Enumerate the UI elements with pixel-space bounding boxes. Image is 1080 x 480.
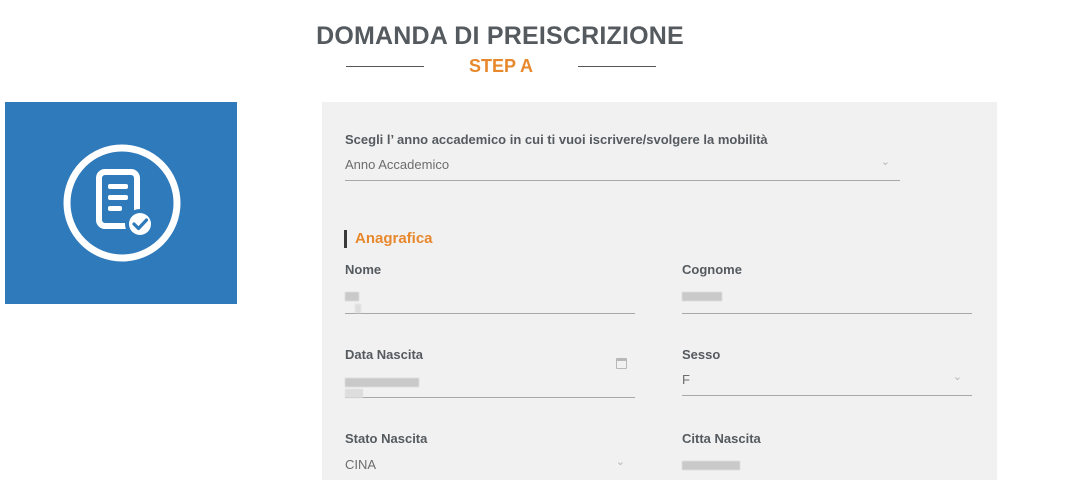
stato-nascita-value: CINA [345,457,377,472]
nome-value-redacted-2 [355,304,361,313]
data-nascita-label: Data Nascita [345,347,424,362]
academic-year-placeholder: Anno Accademico [345,157,450,172]
sesso-select[interactable]: F ⌄ [682,364,972,396]
nome-label: Nome [345,262,382,277]
chevron-down-icon: ⌄ [615,456,625,468]
sesso-label: Sesso [682,347,721,362]
step-indicator: STEP A [346,56,656,78]
document-check-icon [63,144,181,262]
cognome-value-redacted [682,292,722,301]
chevron-down-icon: ⌄ [952,371,962,383]
step-divider-right [578,66,656,67]
data-nascita-value-redacted-2 [345,389,363,398]
nome-value-redacted [345,292,359,301]
citta-nascita-field[interactable] [682,449,972,480]
data-nascita-value-redacted [345,378,419,387]
page: DOMANDA DI PREISCRIZIONE STEP A Scegli l… [0,0,1080,480]
data-nascita-field[interactable] [345,358,635,398]
calendar-icon[interactable] [616,358,627,369]
sesso-value: F [682,372,690,387]
page-title: DOMANDA DI PREISCRIZIONE [316,22,684,50]
section-title: Anagrafica [344,230,433,248]
stato-nascita-select[interactable]: CINA ⌄ [345,449,635,480]
stato-nascita-label: Stato Nascita [345,431,428,446]
citta-nascita-label: Citta Nascita [682,431,761,446]
cognome-label: Cognome [682,262,742,277]
icon-tile [5,102,237,304]
academic-year-label: Scegli l’ anno accademico in cui ti vuoi… [345,132,768,147]
nome-field[interactable] [345,282,635,314]
form-panel: Scegli l’ anno accademico in cui ti vuoi… [322,102,997,480]
chevron-down-icon: ⌄ [880,156,890,168]
academic-year-select[interactable]: Anno Accademico ⌄ [345,149,900,181]
cognome-field[interactable] [682,282,972,314]
citta-nascita-value-redacted [682,461,740,470]
